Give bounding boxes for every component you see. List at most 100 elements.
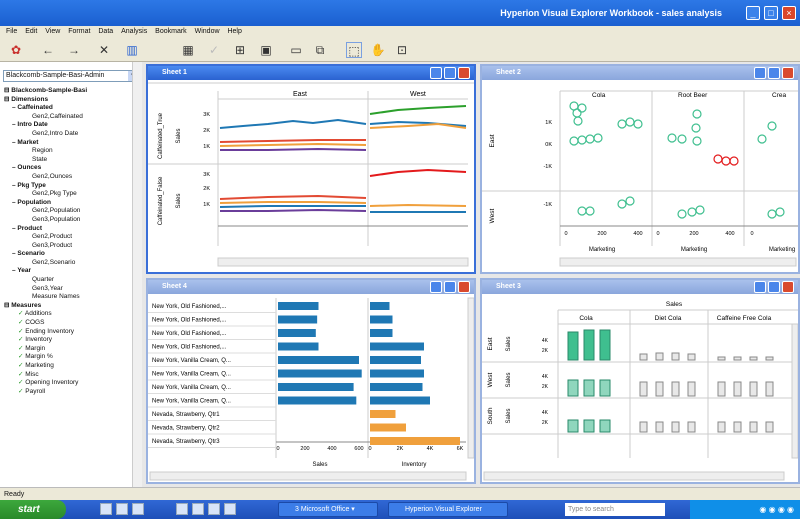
sheet4-pane[interactable]: Sheet 4 0 200 400 600 0 2K 4K 6K Sales I… — [146, 278, 476, 484]
tree-item[interactable]: Gen2,Caffeinated — [4, 113, 140, 122]
tree-item[interactable]: Additions — [4, 310, 140, 319]
grid-icon[interactable]: ▦ — [180, 42, 196, 58]
tree-item[interactable]: – Pkg Type — [4, 182, 140, 191]
select-icon[interactable]: ⬚ — [346, 42, 362, 58]
close-button[interactable]: × — [782, 6, 796, 20]
window-icon[interactable]: ▭ — [288, 42, 304, 58]
tree-item[interactable]: Gen3,Year — [4, 285, 140, 294]
sheet1-pane[interactable]: Sheet 1 East West Caffeinated_True Caffe… — [146, 64, 476, 274]
tree-item[interactable]: Gen2,Pkg Type — [4, 190, 140, 199]
tree-root[interactable]: ⊟ Blackcomb-Sample-Basi — [4, 87, 140, 96]
quicklaunch-icon-2[interactable] — [116, 503, 128, 515]
task-hyperion[interactable]: Hyperion Visual Explorer — [388, 502, 508, 517]
minimize-button[interactable]: _ — [746, 6, 760, 20]
tree-item[interactable]: Opening Inventory — [4, 379, 140, 388]
windows-icon[interactable]: ⧉ — [312, 42, 328, 58]
check-icon[interactable]: ✓ — [206, 42, 222, 58]
tree-item[interactable]: Margin — [4, 345, 140, 354]
quicklaunch-icon-4[interactable] — [176, 503, 188, 515]
tools-icon[interactable]: ✕ — [96, 42, 112, 58]
quicklaunch-icon-7[interactable] — [224, 503, 236, 515]
s3-bar — [655, 421, 664, 433]
quicklaunch-icon-1[interactable] — [100, 503, 112, 515]
s3-bar — [567, 379, 579, 397]
tree-item[interactable]: Gen3,Population — [4, 216, 140, 225]
s4-inventory-bar — [370, 383, 423, 391]
zoom-icon[interactable]: ⊡ — [394, 42, 410, 58]
start-button[interactable]: start — [0, 500, 66, 519]
task-office[interactable]: 3 Microsoft Office ▾ — [278, 502, 378, 517]
tree-item[interactable]: Quarter — [4, 276, 140, 285]
maximize-button[interactable]: □ — [764, 6, 778, 20]
connection-dropdown[interactable]: Blackcomb-Sample-Basi-Admin ▼ — [3, 70, 139, 82]
s3-bar — [749, 381, 758, 397]
tree-item[interactable]: Marketing — [4, 362, 140, 371]
tree-item[interactable]: Misc — [4, 371, 140, 380]
table-icon[interactable]: ⊞ — [232, 42, 248, 58]
tree-item-label: COGS — [25, 319, 45, 327]
menu-help[interactable]: Help — [227, 28, 241, 35]
tree-item[interactable]: – Year — [4, 267, 140, 276]
quicklaunch-icon-6[interactable] — [208, 503, 220, 515]
tree-item[interactable]: Inventory — [4, 336, 140, 345]
left-scrollbar[interactable] — [132, 62, 142, 487]
tree-item[interactable]: – Product — [4, 225, 140, 234]
tree-item[interactable]: State — [4, 156, 140, 165]
tree-item[interactable]: Gen2,Intro Date — [4, 130, 140, 139]
menu-view[interactable]: View — [45, 28, 60, 35]
forward-icon[interactable]: → — [66, 42, 82, 58]
s3-bar — [599, 379, 611, 397]
tree-item[interactable]: – Scenario — [4, 250, 140, 259]
tree-item[interactable]: Ending Inventory — [4, 328, 140, 337]
taskbar-search-input[interactable]: Type to search — [565, 503, 665, 516]
tree-item[interactable]: ⊟ Measures — [4, 302, 140, 311]
quicklaunch-icon-5[interactable] — [192, 503, 204, 515]
s3-row-east: East — [487, 337, 494, 350]
tree-item[interactable]: Gen2,Ounces — [4, 173, 140, 182]
tree-item[interactable]: Payroll — [4, 388, 140, 397]
menu-edit[interactable]: Edit — [25, 28, 37, 35]
save-icon[interactable]: ▣ — [258, 42, 274, 58]
tree-item[interactable]: ⊟ Dimensions — [4, 96, 140, 105]
s4-xlabel-inventory: Inventory — [402, 462, 427, 468]
s4-row-label: New York, Old Fashioned,... — [152, 331, 227, 337]
s4-inventory-bar — [370, 342, 424, 351]
tree-item[interactable]: Gen2,Scenario — [4, 259, 140, 268]
tree-item-label: Pkg Type — [17, 181, 46, 189]
tree-item[interactable]: – Population — [4, 199, 140, 208]
hand-icon[interactable]: ✋ — [370, 42, 386, 58]
s3-tick-2k-1: 2K — [542, 348, 549, 354]
tree-item-label: Payroll — [25, 387, 46, 395]
s3-header-sales: Sales — [666, 301, 683, 308]
menu-format[interactable]: Format — [68, 28, 90, 35]
s3-bar — [583, 419, 595, 433]
tree-item[interactable]: Gen3,Product — [4, 242, 140, 251]
back-icon[interactable]: ← — [40, 42, 56, 58]
tree-item[interactable]: – Intro Date — [4, 121, 140, 130]
tree-item[interactable]: Margin % — [4, 353, 140, 362]
menu-window[interactable]: Window — [195, 28, 220, 35]
menu-file[interactable]: File — [6, 28, 17, 35]
sheet2-pane[interactable]: Sheet 2 Cola Root Beer Crea East West 1K… — [480, 64, 800, 274]
tree-root-label: Blackcomb-Sample-Basi — [11, 87, 88, 94]
app-icon[interactable]: ✿ — [8, 42, 24, 58]
menu-bookmark[interactable]: Bookmark — [155, 28, 187, 35]
field-tree: ⊟ Blackcomb-Sample-Basi ⊟ Dimensions – Ca… — [4, 87, 140, 396]
tree-item[interactable]: – Caffeinated — [4, 104, 140, 113]
tree-item[interactable]: Gen2,Population — [4, 207, 140, 216]
tree-item[interactable]: Measure Names — [4, 293, 140, 302]
s4-inv-tick-0: 0 — [368, 446, 371, 452]
tree-item[interactable]: – Ounces — [4, 164, 140, 173]
menu-analysis[interactable]: Analysis — [121, 28, 147, 35]
s2-xtick-0-c: 0 — [750, 231, 753, 237]
tree-item[interactable]: COGS — [4, 319, 140, 328]
quicklaunch-icon-3[interactable] — [132, 503, 144, 515]
s4-inventory-bar — [370, 410, 396, 418]
s3-bar — [639, 381, 648, 397]
chart-icon[interactable]: ▥ — [124, 42, 140, 58]
sheet3-pane[interactable]: Sheet 3 Sales Cola Diet Cola Caffeine Fr… — [480, 278, 800, 484]
tree-item[interactable]: Region — [4, 147, 140, 156]
tree-item[interactable]: Gen2,Product — [4, 233, 140, 242]
tree-item[interactable]: – Market — [4, 139, 140, 148]
menu-data[interactable]: Data — [98, 28, 113, 35]
